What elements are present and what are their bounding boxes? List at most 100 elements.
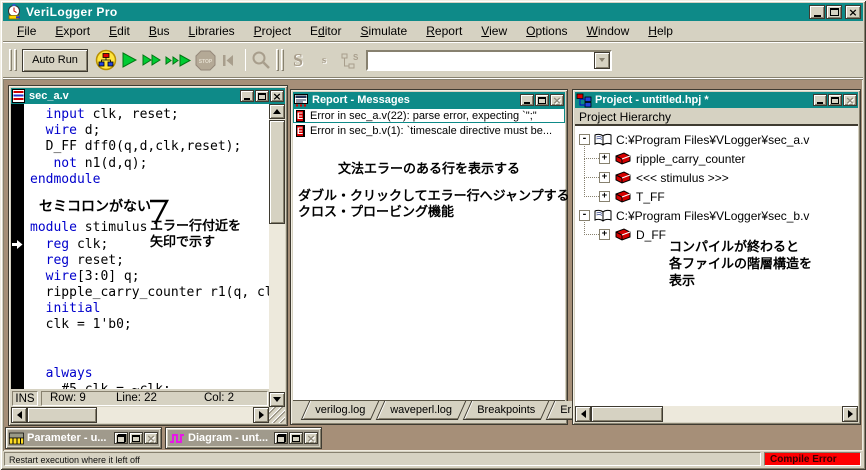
scope-combobox[interactable] (366, 50, 612, 71)
resize-grip[interactable] (269, 407, 285, 423)
hscroll-thumb[interactable] (27, 407, 97, 423)
expand-icon[interactable]: + (599, 191, 610, 202)
menu-item-project[interactable]: Project (245, 22, 301, 40)
close-icon[interactable]: × (144, 432, 158, 444)
editor-vscrollbar[interactable] (269, 104, 285, 407)
svg-text:S: S (353, 53, 359, 62)
tree-module-row[interactable]: + <<< stimulus >>> (575, 168, 858, 187)
toolbar-grip[interactable] (9, 49, 17, 71)
close-icon[interactable]: × (304, 432, 318, 444)
hierarchy-run-icon[interactable] (95, 48, 117, 72)
code-line: wire d; (30, 123, 269, 139)
tree-file-label: C:¥Program Files¥VLogger¥sec_b.v (616, 209, 809, 223)
editor-hscrollbar[interactable] (11, 407, 285, 423)
menu-item-file[interactable]: File (8, 22, 46, 40)
annotation-line2: 各ファイルの階層構造を (669, 255, 812, 272)
menu-item-help[interactable]: Help (639, 22, 683, 40)
editor-titlebar[interactable]: sec_a.v × (11, 88, 285, 104)
scroll-left-icon[interactable] (11, 407, 27, 423)
collapse-icon[interactable]: - (579, 134, 590, 145)
parameter-titlebar[interactable]: Parameter - u... × (8, 430, 159, 446)
document-icon (12, 89, 26, 103)
stop-icon: STOP (195, 48, 216, 72)
insert-mode-indicator: INS (12, 391, 38, 406)
toolbar-grip[interactable] (276, 49, 284, 71)
tree-module-row[interactable]: + ripple_carry_counter (575, 149, 858, 168)
close-icon[interactable]: × (843, 94, 857, 106)
menu-item-view[interactable]: View (472, 22, 517, 40)
vscroll-thumb[interactable] (269, 120, 285, 224)
editor-statusbar: INS Row: 9 Line: 22 Col: 2 (11, 389, 269, 407)
expand-icon[interactable]: + (599, 153, 610, 164)
tree-module-label: D_FF (636, 228, 666, 242)
error-row[interactable]: EError in sec_b.v(1): `timescale directi… (293, 123, 565, 138)
close-icon[interactable]: × (550, 94, 564, 106)
editor-title: sec_a.v (29, 90, 239, 102)
report-titlebar[interactable]: Report - Messages × (293, 92, 565, 108)
tab-verilog-log[interactable]: verilog.log (301, 401, 380, 420)
run-icon[interactable] (120, 48, 138, 72)
tree-module-row[interactable]: +T_FF (575, 187, 858, 206)
tab-breakpoints[interactable]: Breakpoints (463, 401, 550, 420)
project-hierarchy-header: Project Hierarchy (575, 108, 858, 126)
menu-item-window[interactable]: Window (578, 22, 640, 40)
combobox-dropdown-icon[interactable] (594, 52, 610, 69)
minimize-icon[interactable] (240, 90, 254, 102)
diagram-titlebar[interactable]: Diagram - unt... × (168, 430, 319, 446)
restore-icon[interactable] (274, 432, 288, 444)
expand-icon[interactable]: + (599, 172, 610, 183)
project-hscrollbar[interactable] (575, 406, 858, 422)
main-window: VeriLogger Pro × FileExportEditBusLibrar… (0, 0, 866, 470)
close-icon[interactable]: × (270, 90, 284, 102)
minimize-icon[interactable] (813, 94, 827, 106)
collapse-icon[interactable]: - (579, 210, 590, 221)
menu-item-report[interactable]: Report (417, 22, 472, 40)
annotation-semicolon-note: セミコロンがない (39, 196, 151, 216)
scroll-down-icon[interactable] (269, 392, 285, 407)
annotation-line1: コンパイルが終わると (669, 238, 812, 255)
expand-icon[interactable]: + (599, 229, 610, 240)
run-to-end-icon[interactable] (165, 48, 192, 72)
toolbar-separator (245, 49, 246, 71)
menu-item-libraries[interactable]: Libraries (180, 22, 245, 40)
menu-item-export[interactable]: Export (46, 22, 100, 40)
minimize-icon[interactable] (520, 94, 534, 106)
editor-gutter (11, 104, 24, 389)
error-row[interactable]: EError in sec_a.v(22): parse error, expe… (293, 108, 565, 123)
tab-waveperl-log[interactable]: waveperl.log (376, 401, 466, 420)
scroll-right-icon[interactable] (253, 407, 269, 423)
maximize-icon[interactable] (289, 432, 303, 444)
auto-run-button[interactable]: Auto Run (22, 49, 88, 72)
code-line (30, 334, 269, 350)
scroll-right-icon[interactable] (842, 406, 858, 422)
maximize-icon[interactable] (826, 5, 842, 19)
maximize-icon[interactable] (828, 94, 842, 106)
main-titlebar[interactable]: VeriLogger Pro × (3, 3, 863, 21)
error-list: EError in sec_a.v(22): parse error, expe… (293, 108, 565, 138)
maximize-icon[interactable] (255, 90, 269, 102)
menu-item-editor[interactable]: Editor (301, 22, 351, 40)
restore-icon[interactable] (114, 432, 128, 444)
close-icon[interactable]: × (845, 5, 861, 19)
status-message: Restart execution where it left off (4, 452, 761, 466)
scroll-left-icon[interactable] (575, 406, 591, 422)
editor-window: sec_a.v × input clk, reset; wire d; D_FF… (8, 85, 288, 426)
tree-file-row[interactable]: - C:¥Program Files¥VLogger¥sec_b.v (575, 206, 858, 225)
minimize-icon[interactable] (809, 5, 825, 19)
maximize-icon[interactable] (129, 432, 143, 444)
scope-combobox-value[interactable] (368, 52, 594, 69)
hierarchy-step-icon: S (340, 48, 361, 72)
menu-item-simulate[interactable]: Simulate (351, 22, 417, 40)
menu-item-bus[interactable]: Bus (140, 22, 180, 40)
menu-item-options[interactable]: Options (517, 22, 577, 40)
scroll-up-icon[interactable] (269, 104, 285, 119)
tree-module-label: <<< stimulus >>> (636, 171, 729, 185)
hscroll-thumb[interactable] (591, 406, 663, 422)
tree-module-label: ripple_carry_counter (636, 152, 745, 166)
maximize-icon[interactable] (535, 94, 549, 106)
tree-file-row[interactable]: -C:¥Program Files¥VLogger¥sec_a.v (575, 130, 858, 149)
project-titlebar[interactable]: Project - untitled.hpj * × (575, 92, 858, 108)
run-fast-forward-icon[interactable] (141, 48, 162, 72)
menu-item-edit[interactable]: Edit (100, 22, 140, 40)
line-indicator: Line: 22 (116, 392, 204, 404)
